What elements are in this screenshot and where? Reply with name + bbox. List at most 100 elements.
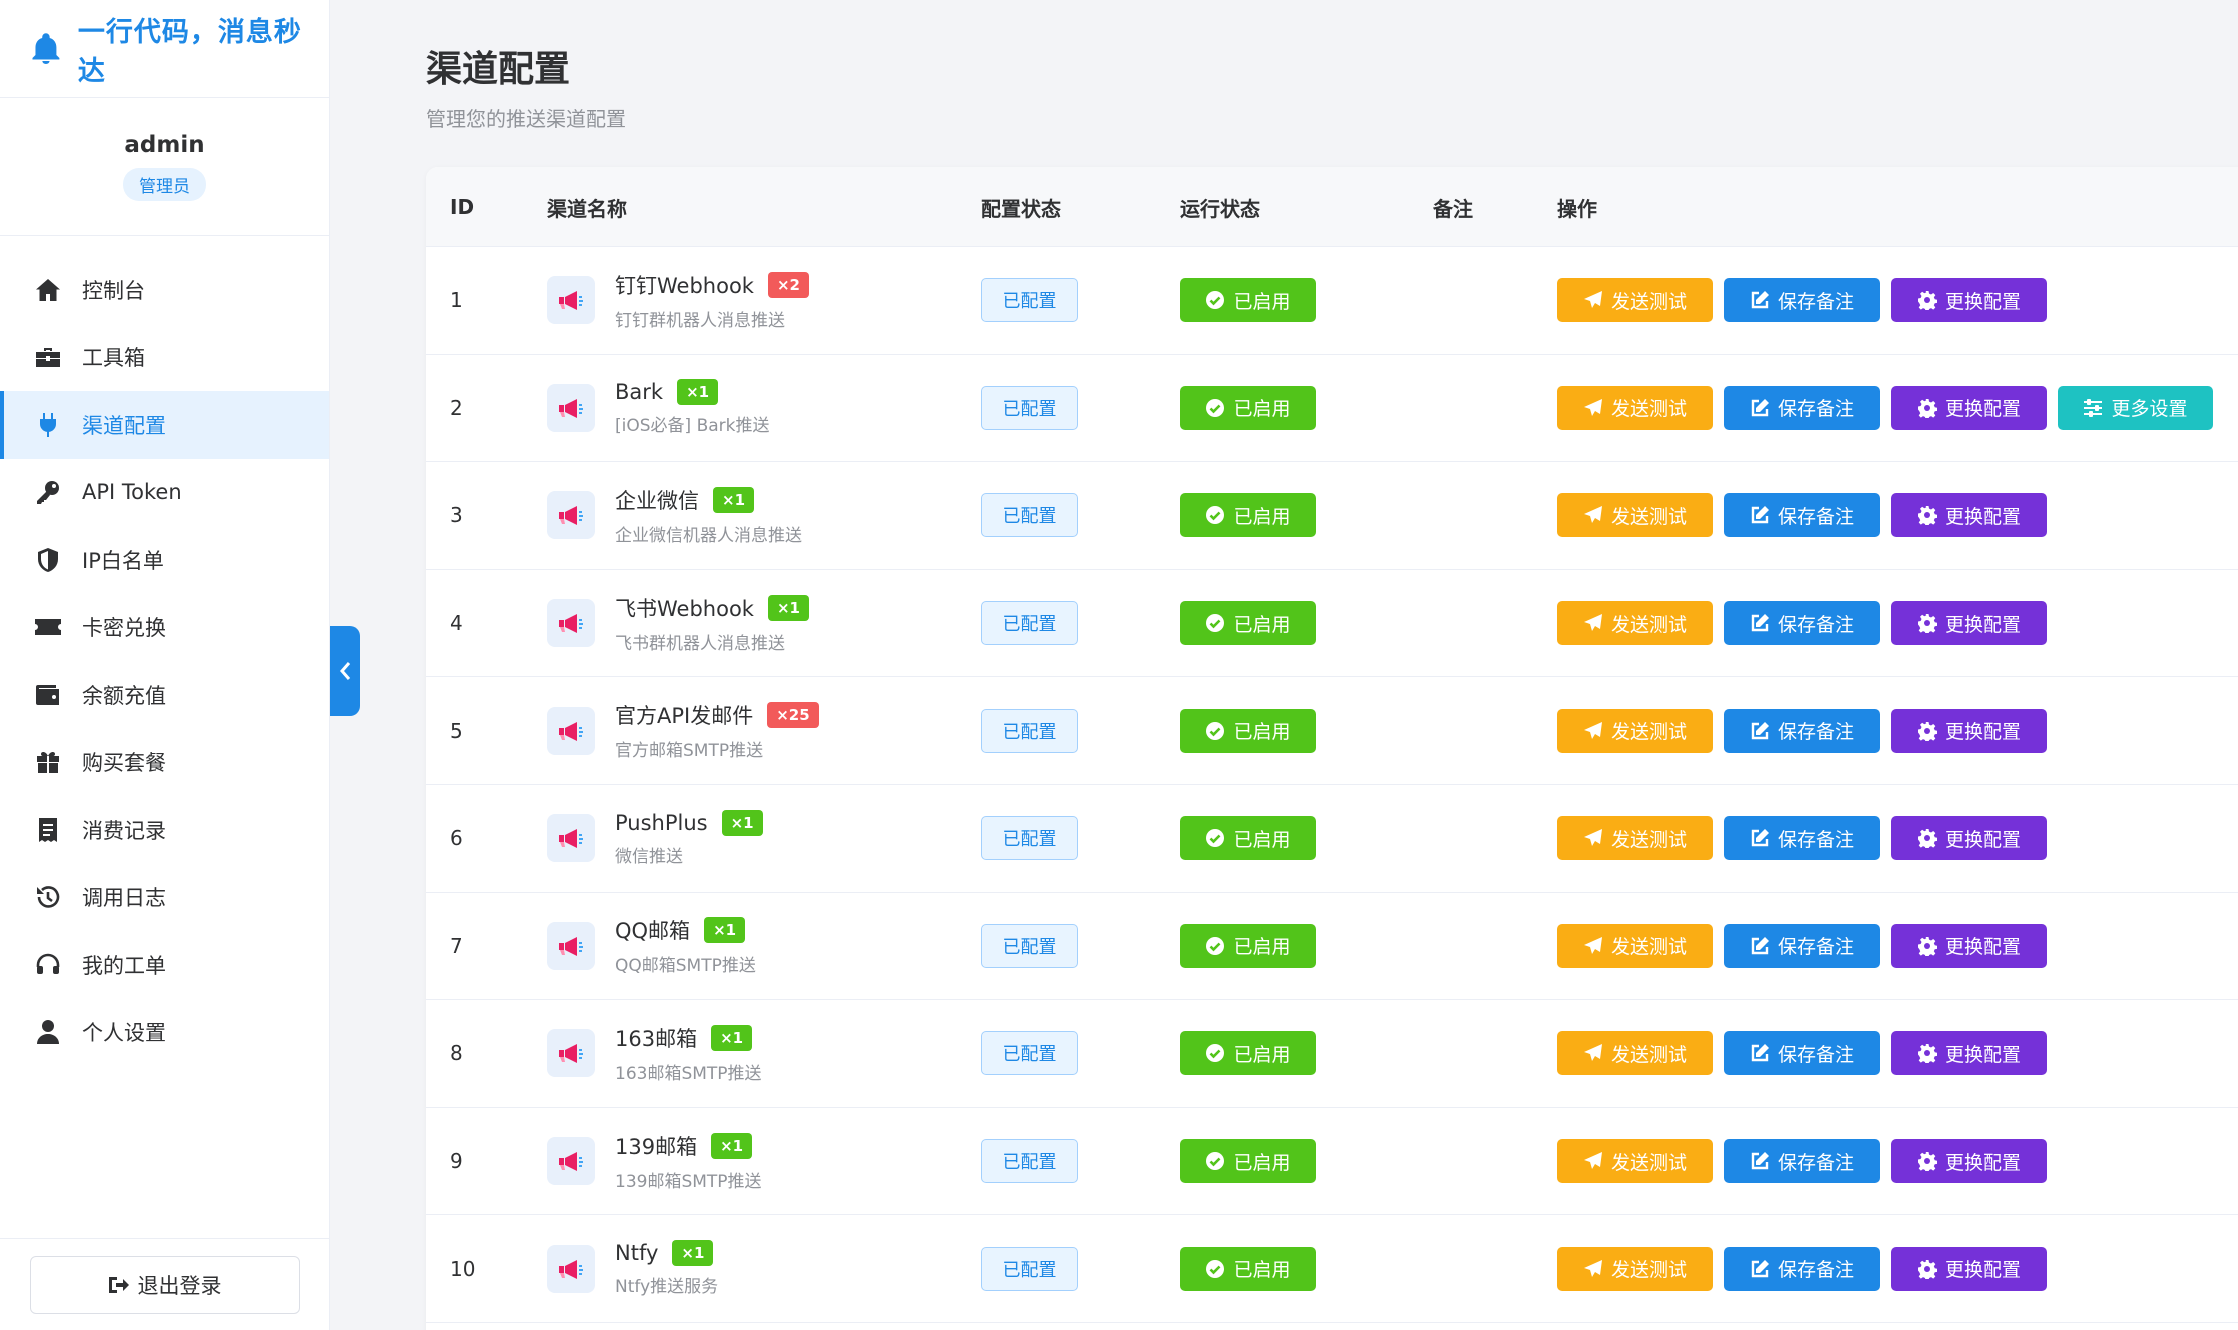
save-note-button[interactable]: 保存备注 <box>1724 601 1880 646</box>
change-config-label: 更换配置 <box>1944 936 2021 959</box>
gear-icon <box>1917 1259 1937 1279</box>
row-id: 5 <box>450 718 463 743</box>
channel-title-line: QQ邮箱 ×1 <box>615 915 756 945</box>
save-note-button[interactable]: 保存备注 <box>1724 708 1880 753</box>
save-note-label: 保存备注 <box>1777 1043 1854 1066</box>
change-config-button[interactable]: 更换配置 <box>1891 923 2047 968</box>
check-circle-icon <box>1206 614 1225 633</box>
change-config-label: 更换配置 <box>1944 1151 2021 1174</box>
sidebar-item-ip-whitelist[interactable]: IP白名单 <box>0 526 329 594</box>
config-status-tag: 已配置 <box>981 923 1078 968</box>
send-test-button[interactable]: 发送测试 <box>1557 1246 1713 1291</box>
send-test-button[interactable]: 发送测试 <box>1557 278 1713 323</box>
sidebar-collapse-toggle[interactable] <box>330 626 360 716</box>
channel-name-cell: 官方API发邮件 ×25 官方邮箱SMTP推送 <box>547 677 819 784</box>
run-status-cell: 已启用 <box>1180 1000 1316 1107</box>
row-id: 9 <box>450 1149 463 1174</box>
sidebar-item-dashboard[interactable]: 控制台 <box>0 256 329 324</box>
channel-icon <box>547 921 595 970</box>
send-test-button[interactable]: 发送测试 <box>1557 923 1713 968</box>
paper-plane-icon <box>1583 1152 1602 1170</box>
save-note-button[interactable]: 保存备注 <box>1724 493 1880 538</box>
sidebar-item-card-redeem[interactable]: 卡密兑换 <box>0 594 329 662</box>
change-config-button[interactable]: 更换配置 <box>1891 601 2047 646</box>
row-id: 6 <box>450 826 463 851</box>
save-note-button[interactable]: 保存备注 <box>1724 278 1880 323</box>
send-test-button[interactable]: 发送测试 <box>1557 601 1713 646</box>
actions-cell: 发送测试 保存备注 更换配置 <box>1557 893 2058 1000</box>
change-config-label: 更换配置 <box>1944 398 2021 421</box>
change-config-button[interactable]: 更换配置 <box>1891 1031 2047 1076</box>
save-note-button[interactable]: 保存备注 <box>1724 1031 1880 1076</box>
sidebar-item-consumption[interactable]: 消费记录 <box>0 796 329 864</box>
table-row: 3 企业微信 ×1 企业微信机器人消息推送 已配置 已启用 发送测试 保存备注 更换配置 <box>426 462 2238 570</box>
row-id: 1 <box>450 288 463 313</box>
save-note-button[interactable]: 保存备注 <box>1724 1246 1880 1291</box>
channel-desc: 官方邮箱SMTP推送 <box>615 741 764 762</box>
table-row: 6 PushPlus ×1 微信推送 已配置 已启用 发送测试 保存备注 更换配置 <box>426 785 2238 893</box>
more-settings-button[interactable]: 更多设置 <box>2058 385 2213 430</box>
paper-plane-icon <box>1583 1259 1602 1277</box>
change-config-button[interactable]: 更换配置 <box>1891 816 2047 861</box>
send-test-button[interactable]: 发送测试 <box>1557 1139 1713 1184</box>
save-note-button[interactable]: 保存备注 <box>1724 816 1880 861</box>
channel-desc: [iOS必备] Bark推送 <box>615 416 770 437</box>
channel-desc: 企业微信机器人消息推送 <box>615 525 802 546</box>
channel-title-line: 钉钉Webhook ×2 <box>615 270 809 300</box>
change-config-button[interactable]: 更换配置 <box>1891 493 2047 538</box>
gear-icon <box>1917 1044 1937 1064</box>
gift-icon <box>34 748 62 776</box>
col-header-note: 备注 <box>1433 196 1473 221</box>
megaphone-icon <box>559 936 583 956</box>
run-status-cell: 已启用 <box>1180 1215 1316 1322</box>
run-status-cell: 已启用 <box>1180 785 1316 892</box>
change-config-button[interactable]: 更换配置 <box>1891 708 2047 753</box>
channel-desc: QQ邮箱SMTP推送 <box>615 956 756 977</box>
sidebar-item-toolbox[interactable]: 工具箱 <box>0 324 329 392</box>
sidebar-item-buy-package[interactable]: 购买套餐 <box>0 729 329 797</box>
sidebar-item-recharge[interactable]: 余额充值 <box>0 661 329 729</box>
change-config-button[interactable]: 更换配置 <box>1891 385 2047 430</box>
send-test-button[interactable]: 发送测试 <box>1557 816 1713 861</box>
col-header-run: 运行状态 <box>1180 196 1260 221</box>
save-note-button[interactable]: 保存备注 <box>1724 385 1880 430</box>
col-header-ops: 操作 <box>1557 196 1597 221</box>
sidebar-item-label: 购买套餐 <box>82 751 166 776</box>
send-test-button[interactable]: 发送测试 <box>1557 493 1713 538</box>
config-status-tag: 已配置 <box>981 1031 1078 1076</box>
config-status-cell: 已配置 <box>981 1108 1078 1215</box>
channel-icon <box>547 1137 595 1186</box>
user-info: admin 管理员 <box>0 98 329 236</box>
run-status-label: 已启用 <box>1233 936 1291 959</box>
channel-name-cell: QQ邮箱 ×1 QQ邮箱SMTP推送 <box>547 893 756 1000</box>
send-test-button[interactable]: 发送测试 <box>1557 1031 1713 1076</box>
save-note-button[interactable]: 保存备注 <box>1724 1139 1880 1184</box>
channel-count-badge: ×1 <box>711 1132 753 1159</box>
change-config-button[interactable]: 更换配置 <box>1891 1246 2047 1291</box>
send-test-button[interactable]: 发送测试 <box>1557 708 1713 753</box>
sidebar-item-label: 卡密兑换 <box>82 616 166 641</box>
table-row: 10 Ntfy ×1 Ntfy推送服务 已配置 已启用 发送测试 保存备注 更换配置 <box>426 1215 2238 1323</box>
logout-button[interactable]: 退出登录 <box>29 1255 300 1314</box>
paper-plane-icon <box>1583 506 1602 524</box>
check-circle-icon <box>1206 1259 1225 1278</box>
sidebar-menu: 控制台 工具箱 渠道配置 API Token IP白名单 卡密兑换 余额充值 购… <box>0 256 329 1066</box>
edit-icon <box>1751 721 1769 739</box>
config-status-tag: 已配置 <box>981 816 1078 861</box>
channel-text: Ntfy ×1 Ntfy推送服务 <box>615 1240 718 1297</box>
sidebar-item-api-token[interactable]: API Token <box>0 459 329 527</box>
change-config-button[interactable]: 更换配置 <box>1891 278 2047 323</box>
sidebar-item-personal-settings[interactable]: 个人设置 <box>0 999 329 1067</box>
sidebar-item-my-tickets[interactable]: 我的工单 <box>0 931 329 999</box>
send-test-button[interactable]: 发送测试 <box>1557 385 1713 430</box>
check-circle-icon <box>1206 506 1225 525</box>
paper-plane-icon <box>1583 936 1602 954</box>
sidebar-item-call-log[interactable]: 调用日志 <box>0 864 329 932</box>
megaphone-icon <box>559 291 583 311</box>
save-note-button[interactable]: 保存备注 <box>1724 923 1880 968</box>
sidebar-item-channel-config[interactable]: 渠道配置 <box>0 391 329 459</box>
channel-title: Ntfy <box>615 1241 659 1266</box>
change-config-button[interactable]: 更换配置 <box>1891 1139 2047 1184</box>
bell-icon <box>32 32 60 64</box>
edit-icon <box>1751 936 1769 955</box>
